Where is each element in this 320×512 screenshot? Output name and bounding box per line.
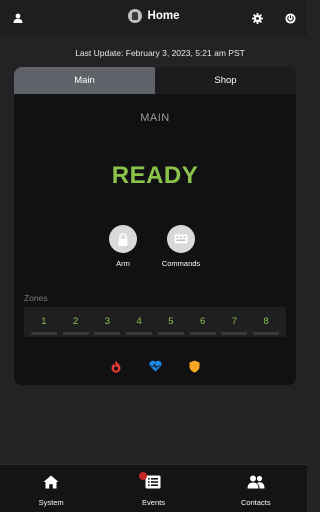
police-icon[interactable] [187, 359, 201, 373]
zones-strip: 1 2 3 4 5 6 7 8 [24, 307, 286, 337]
tab-shop[interactable]: Shop [155, 67, 296, 94]
zone-number: 4 [136, 316, 142, 327]
gear-icon[interactable] [247, 8, 267, 28]
zone-status-bar [94, 332, 121, 335]
home-icon [43, 475, 59, 494]
partition-card: Main Shop MAIN READY Arm Commands Zones … [14, 67, 296, 385]
arm-label: Arm [116, 259, 130, 268]
lock-icon [109, 225, 137, 253]
commands-button[interactable]: Commands [151, 225, 211, 268]
zone-2[interactable]: 2 [62, 307, 89, 335]
zone-number: 8 [263, 316, 269, 327]
zone-status-bar [126, 332, 153, 335]
system-status: READY [111, 162, 199, 189]
zone-status-bar [189, 332, 216, 335]
tab-main[interactable]: Main [14, 67, 155, 94]
list-icon [145, 475, 161, 494]
nav-system[interactable]: System [0, 465, 102, 512]
zone-status-bar [157, 332, 184, 335]
emergency-icons [14, 359, 296, 373]
nav-contacts[interactable]: Contacts [205, 465, 307, 512]
partition-tabs: Main Shop [14, 67, 296, 94]
zone-8[interactable]: 8 [253, 307, 280, 335]
zone-number: 6 [199, 316, 206, 327]
zone-number: 7 [231, 316, 238, 327]
arm-button[interactable]: Arm [93, 225, 153, 268]
keypad-icon [167, 225, 195, 253]
power-icon[interactable] [280, 8, 300, 28]
people-icon [247, 475, 265, 494]
nav-events-label: Events [142, 498, 165, 507]
fire-icon[interactable] [109, 359, 123, 373]
partition-title: MAIN [140, 112, 170, 124]
zone-5[interactable]: 5 [157, 307, 184, 335]
zones-label: Zones [24, 293, 48, 303]
zone-7[interactable]: 7 [221, 307, 248, 335]
page-title: Home [147, 10, 180, 22]
last-update-text: Last Update: February 3, 2023, 5:21 am P… [75, 48, 245, 58]
zone-status-bar [30, 332, 57, 335]
nav-system-label: System [38, 498, 64, 507]
zone-number: 1 [41, 316, 47, 327]
zone-number: 2 [72, 316, 79, 327]
zone-status-bar [62, 332, 89, 335]
app-header: Home [0, 0, 307, 36]
zone-6[interactable]: 6 [189, 307, 216, 335]
zone-status-bar [221, 332, 248, 335]
zone-1[interactable]: 1 [30, 307, 57, 335]
zone-status-bar [253, 332, 280, 335]
zone-3[interactable]: 3 [94, 307, 121, 335]
brand-logo-icon [127, 9, 142, 23]
zone-4[interactable]: 4 [126, 307, 153, 335]
nav-contacts-label: Contacts [241, 498, 271, 507]
zone-number: 5 [168, 316, 174, 327]
medical-icon[interactable] [148, 359, 162, 373]
nav-events[interactable]: Events [102, 465, 204, 512]
zone-number: 3 [104, 316, 111, 327]
commands-label: Commands [161, 259, 201, 268]
bottom-nav: System Events Contacts [0, 464, 307, 512]
